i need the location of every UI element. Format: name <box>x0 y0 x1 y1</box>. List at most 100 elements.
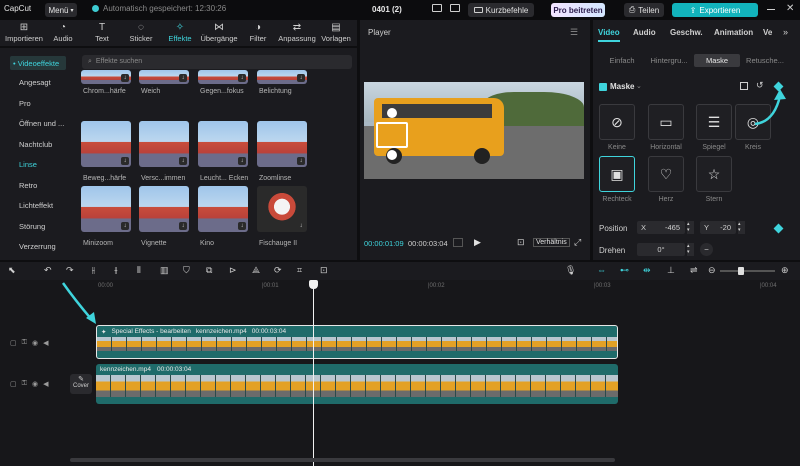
sidebar-item[interactable]: Lichteffekt <box>19 201 53 210</box>
inspector-tab[interactable]: Animation <box>714 28 753 37</box>
play-icon[interactable]: ▶ <box>474 237 481 248</box>
sidebar-item[interactable]: Öffnen und ... <box>19 119 64 128</box>
mask-option-star[interactable]: ☆ <box>696 156 732 192</box>
inspector-tab[interactable]: Audio <box>633 28 656 37</box>
fullscreen-preview-icon[interactable]: ⊡ <box>517 237 525 248</box>
effect-thumbnail[interactable]: ↓ <box>257 186 307 232</box>
effect-thumbnail[interactable]: ↓ <box>81 186 131 232</box>
download-icon[interactable]: ↓ <box>297 222 305 230</box>
shield-icon[interactable]: ⛉ <box>183 265 190 276</box>
preview-axis-icon[interactable]: ⊥ <box>667 265 675 276</box>
close-icon[interactable]: ✕ <box>786 3 794 14</box>
share-button[interactable]: ⎙ Teilen <box>624 3 664 17</box>
zoom-out-icon[interactable]: ⊖ <box>708 265 716 276</box>
sidebar-item[interactable]: Retro <box>19 181 37 190</box>
effect-thumbnail[interactable]: ↓ <box>139 186 189 232</box>
timeline-scrollbar[interactable] <box>70 458 615 462</box>
tool-adjust[interactable]: ⇄ Anpassung <box>277 22 317 43</box>
zoom-slider[interactable] <box>720 267 775 275</box>
position-x-stepper[interactable]: ▴ ▾ <box>687 221 694 234</box>
download-icon[interactable]: ↓ <box>297 157 305 165</box>
link-icon[interactable]: ⇔ <box>597 265 606 275</box>
mask-option-horizontal[interactable]: ▭ <box>648 104 684 140</box>
microphone-icon[interactable]: 🎙 <box>565 265 576 276</box>
redo-icon[interactable]: ↷ <box>66 265 74 276</box>
eye-icon[interactable]: ◉ <box>32 339 38 347</box>
sidebar-item-videoeffects[interactable]: • Videoeffekte <box>10 56 66 70</box>
aspect-ratio-button[interactable]: Verhältnis <box>533 238 570 247</box>
effect-thumbnail[interactable]: ↓ <box>139 121 189 167</box>
lock-icon[interactable]: ⚿ <box>22 380 27 388</box>
effect-thumbnail[interactable]: ↓ <box>81 70 131 84</box>
inspector-tab[interactable]: Video <box>598 28 620 37</box>
track-hide-icon[interactable]: ▢ <box>10 339 17 347</box>
playhead-handle[interactable] <box>309 280 318 289</box>
download-icon[interactable]: ↓ <box>179 74 187 82</box>
snap-icon[interactable]: ⇹ <box>643 265 651 276</box>
tool-filter[interactable]: ◑ Filter <box>238 22 278 43</box>
project-title[interactable]: 0401 (2) <box>372 5 402 14</box>
crop-ratio-icon[interactable]: ⌗ <box>297 265 302 276</box>
tool-effects[interactable]: ✧ Effekte <box>160 22 200 43</box>
undo-icon[interactable]: ↶ <box>44 265 52 276</box>
playhead[interactable] <box>313 280 314 466</box>
effect-thumbnail[interactable]: ↓ <box>81 121 131 167</box>
freeze-icon[interactable]: ⊡ <box>320 265 328 276</box>
effect-thumbnail[interactable]: ↓ <box>257 70 307 84</box>
zoom-slider-knob[interactable] <box>738 267 744 275</box>
export-button[interactable]: ⇪ Exportieren <box>672 3 758 17</box>
cover-button[interactable]: ✎ Cover <box>70 374 92 394</box>
inspector-subtab[interactable]: Einfach <box>599 54 645 67</box>
effect-thumbnail[interactable]: ↓ <box>139 70 189 84</box>
lock-icon[interactable]: ⚿ <box>22 339 27 347</box>
audio-icon[interactable]: ◀ <box>43 339 48 347</box>
tool-sticker[interactable]: ◌ Sticker <box>121 22 161 43</box>
minimize-icon[interactable] <box>767 9 775 10</box>
sidebar-item[interactable]: Angesagt <box>19 78 51 87</box>
crop-icon[interactable]: ⧉ <box>206 265 212 276</box>
timecode-format-icon[interactable] <box>453 238 463 247</box>
monitor-icon[interactable] <box>432 4 442 12</box>
sidebar-item[interactable]: Störung <box>19 222 45 231</box>
position-y-field[interactable]: Y -20 <box>700 221 736 234</box>
timeline-ruler[interactable] <box>96 280 796 292</box>
tool-transitions[interactable]: ⋈ Übergänge <box>199 22 239 43</box>
split-right-icon[interactable]: ⫴ <box>137 265 141 276</box>
split-icon[interactable]: ⫲ <box>92 265 95 276</box>
tool-text[interactable]: T Text <box>82 22 122 43</box>
shortcuts-button[interactable]: Kurzbefehle <box>468 3 534 17</box>
invert-mask-icon[interactable] <box>740 82 748 90</box>
layout-icon[interactable] <box>450 4 460 12</box>
menu-button[interactable]: Menü ▾ <box>45 3 77 17</box>
effect-thumbnail[interactable]: ↓ <box>198 121 248 167</box>
effects-search-input[interactable]: ⌕ Effekte suchen <box>82 55 352 69</box>
delete-icon[interactable]: ▥ <box>160 265 169 276</box>
download-icon[interactable]: ↓ <box>121 74 129 82</box>
inspector-tab[interactable]: Ve <box>763 28 772 37</box>
download-icon[interactable]: ↓ <box>238 157 246 165</box>
download-icon[interactable]: ↓ <box>179 157 187 165</box>
audio-icon[interactable]: ◀ <box>43 380 48 388</box>
inspector-tab[interactable]: Geschw. <box>670 28 703 37</box>
download-icon[interactable]: ↓ <box>238 222 246 230</box>
position-y-stepper[interactable]: ▴ ▾ <box>738 221 745 234</box>
rotate-field[interactable]: 0° <box>637 243 685 256</box>
download-icon[interactable]: ↓ <box>238 74 246 82</box>
effect-thumbnail[interactable]: ↓ <box>257 121 307 167</box>
mask-option-mirror[interactable]: ☰ <box>696 104 732 140</box>
align-icon[interactable]: ⇌ <box>690 265 698 276</box>
sidebar-item[interactable]: Pro <box>19 99 31 108</box>
pro-join-button[interactable]: Pro beitreten <box>551 3 605 17</box>
position-x-field[interactable]: X -465 <box>637 221 685 234</box>
tool-audio[interactable]: ◔ Audio <box>43 22 83 43</box>
mask-feather-handle[interactable] <box>387 150 397 160</box>
inspector-subtab[interactable]: Hintergru... <box>646 54 692 67</box>
mask-option-heart[interactable]: ♡ <box>648 156 684 192</box>
rotate-direction-button[interactable]: − <box>700 243 713 256</box>
tool-templates[interactable]: ▤ Vorlagen <box>316 22 356 43</box>
fullscreen-icon[interactable]: ⤢ <box>574 237 581 248</box>
sidebar-item[interactable]: Verzerrung <box>19 242 56 251</box>
player-menu-icon[interactable]: ☰ <box>570 27 578 38</box>
sidebar-item[interactable]: Nachtclub <box>19 140 52 149</box>
eye-icon[interactable]: ◉ <box>32 380 38 388</box>
